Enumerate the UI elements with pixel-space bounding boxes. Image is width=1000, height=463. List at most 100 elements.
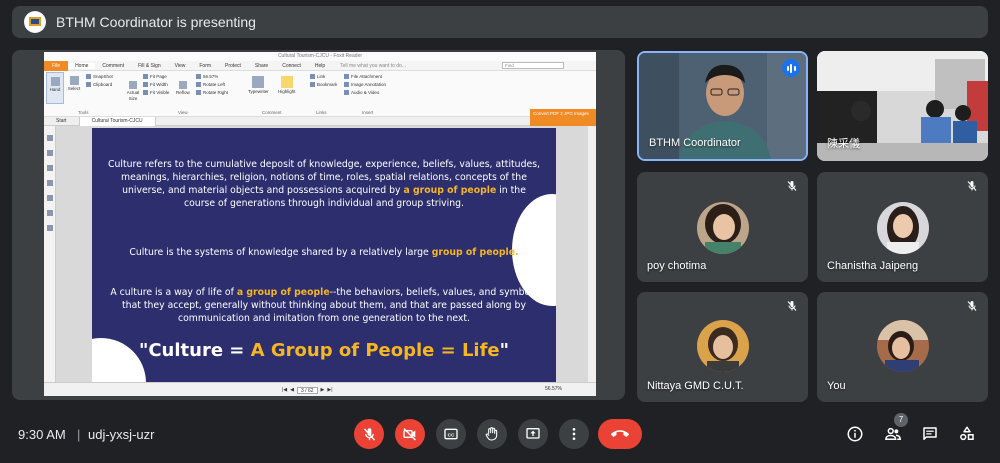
more-vert-icon xyxy=(572,428,576,440)
group-comment-label: Comment xyxy=(262,110,282,115)
document-area: Culture refers to the cumulative deposit… xyxy=(44,126,596,382)
typewriter-tool: Typewriter xyxy=(248,74,269,94)
find-box: Find xyxy=(502,62,564,69)
convert-banner: Convert PDF 2 JPG Images xyxy=(530,109,596,126)
mic-off-icon xyxy=(784,178,800,194)
reader-window-title: Cultural Tourism-CJCU - Foxit Reader xyxy=(44,52,596,61)
avatar xyxy=(877,320,929,372)
next-page-icon: ▶ xyxy=(320,387,325,393)
hand-label: Hand xyxy=(49,87,61,92)
page-indicator: 3 / 62 xyxy=(297,386,318,394)
audio-video-label: Audio & Video xyxy=(351,90,380,95)
chat-icon xyxy=(923,427,937,440)
camera-toggle-button[interactable] xyxy=(395,419,425,449)
slide-paragraph-1: Culture refers to the cumulative deposit… xyxy=(108,159,540,209)
status-zoom: 56.57% xyxy=(545,386,562,392)
participant-name: Chanistha Jaipeng xyxy=(827,260,919,272)
more-options-button[interactable] xyxy=(559,419,589,449)
participant-tile-bthm-coordinator[interactable]: BTHM Coordinator xyxy=(637,51,808,161)
participant-name: 陳采儀 xyxy=(827,138,860,150)
mic-off-icon xyxy=(964,178,980,194)
participant-tile-chanistha-jaipeng[interactable]: Chanistha Jaipeng xyxy=(817,172,988,282)
participant-tile-you[interactable]: You xyxy=(817,292,988,402)
avatar xyxy=(697,320,749,372)
presenter-logo-icon xyxy=(24,11,46,33)
audio-video-icon xyxy=(344,90,349,96)
people-icon xyxy=(885,427,901,440)
page-navigator: |◀ ◀ 3 / 62 ▶ ▶| xyxy=(282,386,333,394)
pdf-reader-window: Cultural Tourism-CJCU - Foxit Reader Fil… xyxy=(44,52,596,396)
mic-off-icon xyxy=(363,427,375,441)
avatar xyxy=(697,202,749,254)
slide-paragraph-2: Culture is the systems of knowledge shar… xyxy=(129,247,519,258)
closed-captions-icon: CC xyxy=(444,428,458,440)
typewriter-icon xyxy=(252,76,265,88)
insert-group: File Attachment Image Annotation Audio &… xyxy=(344,73,386,97)
participant-tile-nittaya[interactable]: Nittaya GMD C.U.T. xyxy=(637,292,808,402)
group-insert-label: Insert xyxy=(362,110,374,115)
rotate-right-label: Rotate Right xyxy=(203,90,229,95)
menu-share: Share xyxy=(254,62,269,69)
group-links-label: Links xyxy=(316,110,327,115)
activities-button[interactable] xyxy=(954,421,980,447)
participant-name: BTHM Coordinator xyxy=(649,137,741,149)
reader-menu-bar: File Home Comment Fill & Sign View Form … xyxy=(44,60,596,71)
raise-hand-button[interactable] xyxy=(477,419,507,449)
links-group: Link Bookmark xyxy=(310,73,337,89)
call-end-icon xyxy=(611,430,629,437)
tab-start: Start xyxy=(56,117,67,124)
meeting-details-button[interactable] xyxy=(842,421,868,447)
select-tool: Select xyxy=(66,74,82,91)
mic-toggle-button[interactable] xyxy=(354,419,384,449)
zoom-value: 56.57% xyxy=(203,74,219,79)
snapshot-label: SnapShot xyxy=(93,74,113,79)
fit-page-icon xyxy=(143,74,148,80)
actual-size-tool: Actual Size xyxy=(124,79,142,102)
hand-icon xyxy=(485,427,498,441)
rotate-right-icon xyxy=(196,90,201,96)
participant-tile-poy-chotima[interactable]: poy chotima xyxy=(637,172,808,282)
link-icon xyxy=(310,74,315,80)
bookmark-icon xyxy=(310,82,315,88)
presentation-slide: Culture refers to the cumulative deposit… xyxy=(92,128,556,382)
bookmark-panel-icon xyxy=(46,135,53,141)
info-icon xyxy=(847,426,863,442)
participant-name: poy chotima xyxy=(647,260,707,272)
mic-off-icon xyxy=(784,298,800,314)
presenting-bar: BTHM Coordinator is presenting xyxy=(12,6,988,38)
captions-button[interactable]: CC xyxy=(436,419,466,449)
reader-ribbon: Hand Select SnapShot Clipboard Tools Act… xyxy=(44,71,596,117)
select-icon xyxy=(69,76,79,85)
meeting-code[interactable]: udj-yxsj-uzr xyxy=(88,427,154,442)
attachments-panel-icon xyxy=(46,195,53,201)
security-panel-icon xyxy=(46,210,53,216)
time-separator: | xyxy=(77,427,81,442)
leave-call-button[interactable] xyxy=(598,419,642,449)
present-now-button[interactable] xyxy=(518,419,548,449)
reflow-label: Reflow xyxy=(176,90,190,95)
pages-panel-icon xyxy=(46,150,53,156)
chat-button[interactable] xyxy=(917,421,943,447)
hand-tool: Hand xyxy=(46,72,64,104)
rotate-left-label: Rotate Left xyxy=(203,82,226,87)
speaking-indicator-icon xyxy=(782,59,800,77)
slide-paragraph-3: A culture is a way of life of a group of… xyxy=(110,287,538,324)
avatar xyxy=(877,202,929,254)
document-tabs: Start Cultural Tourism-CJCU Convert PDF … xyxy=(44,109,596,126)
signature-panel-icon xyxy=(46,225,53,231)
group-tools-label: Tools xyxy=(78,110,89,115)
snapshot-group: SnapShot Clipboard xyxy=(86,73,113,89)
meeting-controls-bar: 9:30 AM | udj-yxsj-uzr CC 7 xyxy=(0,408,1000,463)
menu-home: Home xyxy=(68,62,96,69)
hand-icon xyxy=(50,77,60,86)
shared-screen-tile[interactable]: Cultural Tourism-CJCU - Foxit Reader Fil… xyxy=(12,50,625,400)
snapshot-icon xyxy=(86,74,91,80)
bookmark-label: Bookmark xyxy=(317,82,338,87)
fit-width-label: Fit Width xyxy=(150,82,168,87)
reader-side-panel xyxy=(44,126,56,382)
layers-panel-icon xyxy=(46,165,53,171)
clipboard-icon xyxy=(86,82,91,88)
participant-count-badge: 7 xyxy=(894,413,908,427)
participant-tile-chen[interactable]: 陳采儀 xyxy=(817,51,988,161)
reader-status-bar: |◀ ◀ 3 / 62 ▶ ▶| 56.57% xyxy=(44,382,596,396)
